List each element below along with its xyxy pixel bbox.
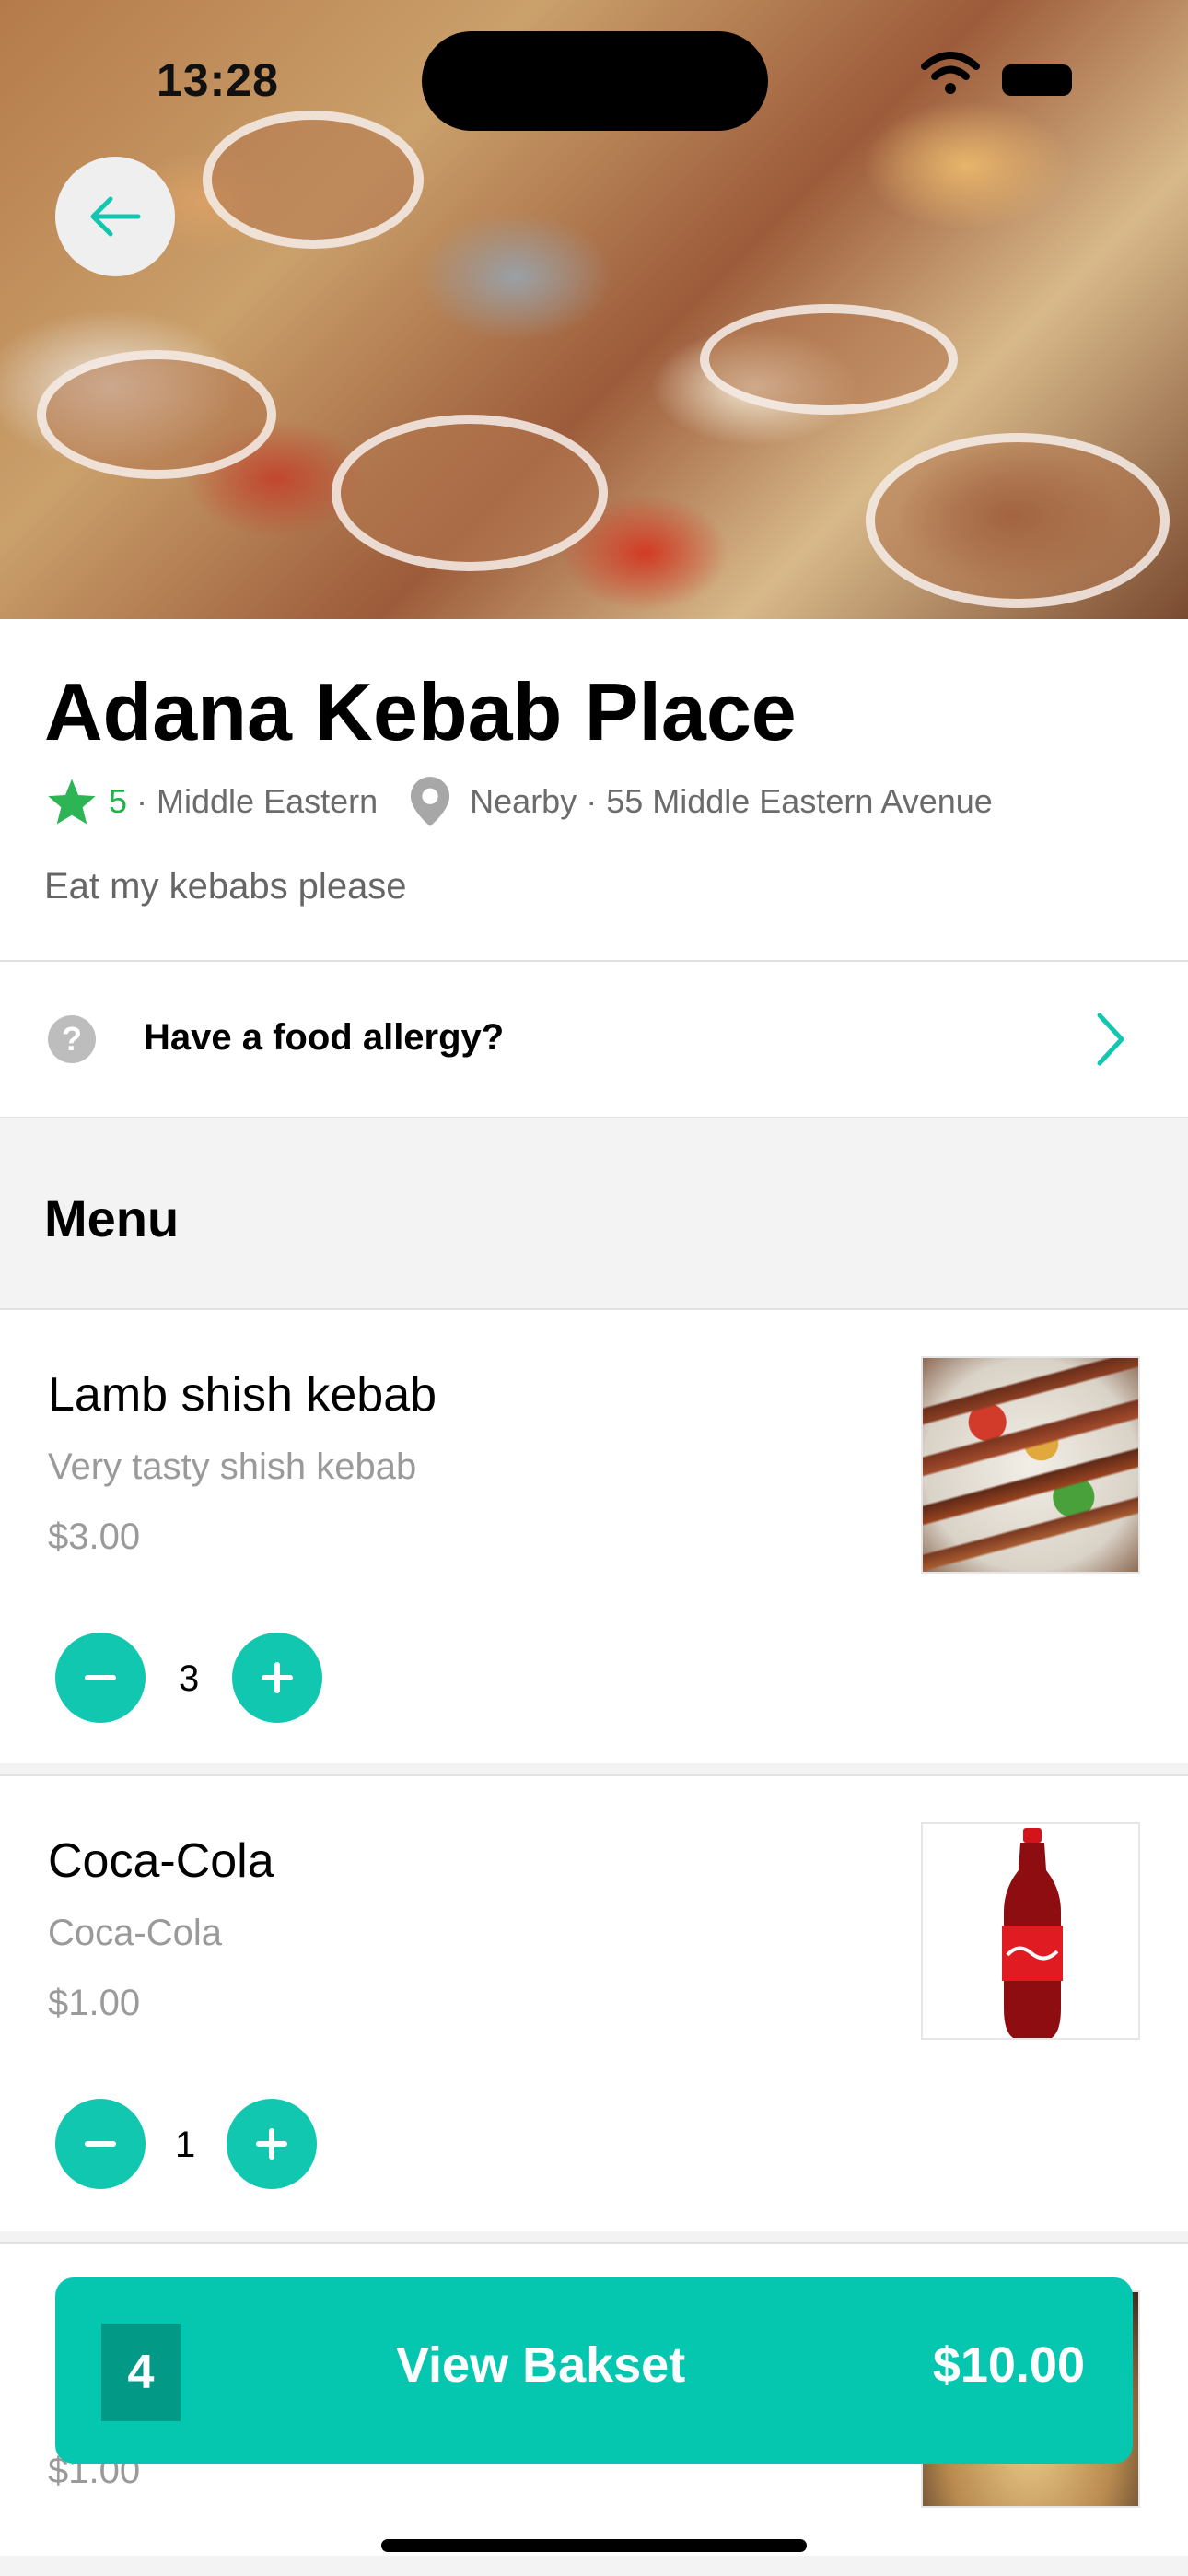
restaurant-hero-image: 13:28	[0, 0, 1188, 619]
menu-heading: Menu	[44, 1189, 180, 1247]
location-label: Nearby · 55 Middle Eastern Avenue	[470, 782, 993, 820]
menu-item[interactable]: Lamb shish kebab Very tasty shish kebab …	[0, 1308, 1188, 1763]
plus-icon	[256, 2128, 287, 2160]
basket-item-count: 4	[101, 2324, 181, 2421]
hero-plate	[332, 415, 608, 571]
divider	[0, 1117, 1188, 1118]
menu-item-price: $1.00	[48, 1983, 141, 2023]
basket-total: $10.00	[932, 2337, 1085, 2393]
dynamic-island	[422, 31, 768, 131]
item-quantity: 1	[175, 2125, 196, 2165]
wifi-icon	[921, 52, 980, 94]
food-allergy-label: Have a food allergy?	[144, 1017, 505, 1058]
increase-quantity-button[interactable]	[227, 2099, 317, 2189]
menu-item-description: Very tasty shish kebab	[48, 1446, 417, 1487]
hero-plate	[700, 304, 958, 415]
cuisine-label: Middle Eastern	[157, 782, 379, 820]
food-allergy-row[interactable]: ? Have a food allergy?	[0, 962, 1188, 1118]
menu-item-price: $3.00	[48, 1516, 141, 1557]
view-basket-button[interactable]: 4 View Bakset $10.00	[55, 2277, 1133, 2464]
increase-quantity-button[interactable]	[232, 1633, 322, 1723]
location-pin-icon	[411, 777, 450, 826]
coca-cola-bottle-photo	[921, 1822, 1140, 2040]
decrease-quantity-button[interactable]	[55, 1633, 146, 1723]
view-basket-label: View Bakset	[396, 2337, 686, 2393]
kebab-photo	[921, 1356, 1140, 1574]
home-indicator[interactable]	[381, 2539, 807, 2552]
item-quantity: 3	[179, 1658, 200, 1699]
rating-value: 5	[109, 782, 128, 820]
menu-item-name: Lamb shish kebab	[48, 1368, 437, 1422]
question-icon: ?	[48, 1015, 96, 1063]
star-icon	[48, 779, 96, 825]
restaurant-meta: 5 · Middle Eastern Nearby · 55 Middle Ea…	[46, 774, 993, 829]
hero-plate	[203, 111, 424, 249]
minus-icon	[85, 1675, 116, 1680]
decrease-quantity-button[interactable]	[55, 2099, 146, 2189]
restaurant-description: Eat my kebabs please	[44, 866, 407, 907]
menu-item-name: Coca-Cola	[48, 1834, 274, 1888]
battery-icon	[1002, 64, 1072, 96]
hero-plate	[37, 350, 276, 479]
menu-item-description: Coca-Cola	[48, 1913, 222, 1953]
back-arrow-icon	[90, 196, 141, 237]
hero-plate	[866, 433, 1170, 608]
back-button[interactable]	[55, 157, 175, 276]
chevron-right-icon	[1097, 1013, 1124, 1066]
restaurant-info: Adana Kebab Place 5 · Middle Eastern Nea…	[0, 619, 1188, 960]
menu-item[interactable]: Coca-Cola Coca-Cola $1.00 1	[0, 1774, 1188, 2231]
restaurant-name: Adana Kebab Place	[44, 666, 797, 757]
status-time: 13:28	[157, 54, 279, 106]
meta-separator: ·	[136, 782, 148, 820]
plus-icon	[262, 1662, 293, 1693]
minus-icon	[85, 2141, 116, 2147]
